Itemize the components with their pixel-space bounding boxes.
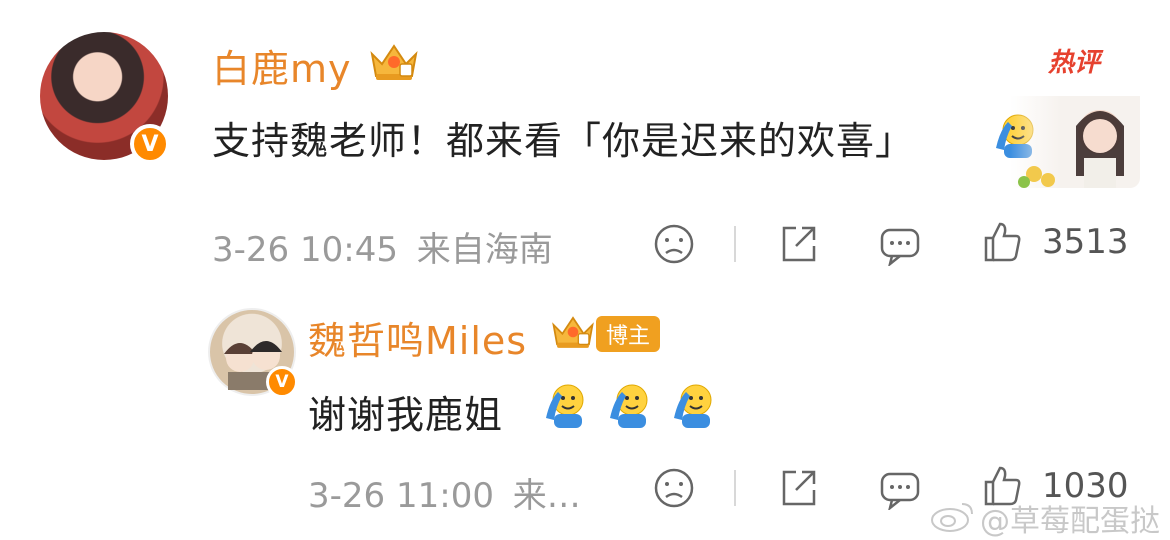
dislike-face-icon[interactable] (652, 222, 696, 266)
salute-emoji-icon (674, 384, 712, 428)
verified-badge-icon: V (130, 124, 170, 164)
commenter-username[interactable]: 白鹿my (212, 38, 352, 93)
salute-emoji-icon (546, 384, 584, 428)
watermark-text: @草莓配蛋挞 (980, 504, 1160, 539)
comment-icon[interactable] (878, 222, 922, 266)
share-icon[interactable] (776, 222, 820, 266)
reply-text: 谢谢我鹿姐 (308, 393, 504, 437)
comment-icon[interactable] (878, 466, 922, 510)
verified-badge-icon: V (266, 366, 298, 398)
replier-username[interactable]: 魏哲鸣Miles (308, 310, 527, 365)
dislike-face-icon[interactable] (652, 466, 696, 510)
comment-meta: 3-26 10:45 来自海南 (212, 222, 553, 271)
divider (734, 470, 736, 506)
replier-avatar[interactable]: V (208, 308, 298, 398)
blogger-tag: 博主 (596, 316, 660, 352)
divider (734, 226, 736, 262)
crown-icon (552, 316, 594, 348)
commenter-avatar[interactable]: V (40, 32, 170, 164)
reply-meta: 3-26 11:00 来… (308, 468, 581, 517)
comment-location: 来自海南 (416, 230, 553, 270)
salute-emoji-icon (610, 384, 648, 428)
reply-time: 11:00 (395, 476, 494, 516)
decorative-portrait-image (1010, 96, 1140, 188)
reply-date: 3-26 (308, 476, 386, 516)
comment-time: 10:45 (299, 230, 398, 270)
comment-text: 支持魏老师！都来看「你是迟来的欢喜」 (212, 119, 915, 163)
comment-date: 3-26 (212, 230, 290, 270)
share-icon[interactable] (776, 466, 820, 510)
weibo-logo-icon (931, 503, 973, 532)
like-thumb-icon[interactable] (980, 220, 1024, 264)
reply-location: 来… (512, 476, 581, 516)
crown-icon (370, 44, 418, 80)
like-count: 3513 (1042, 222, 1129, 262)
hot-comment-badge: 热评 (1048, 48, 1101, 78)
